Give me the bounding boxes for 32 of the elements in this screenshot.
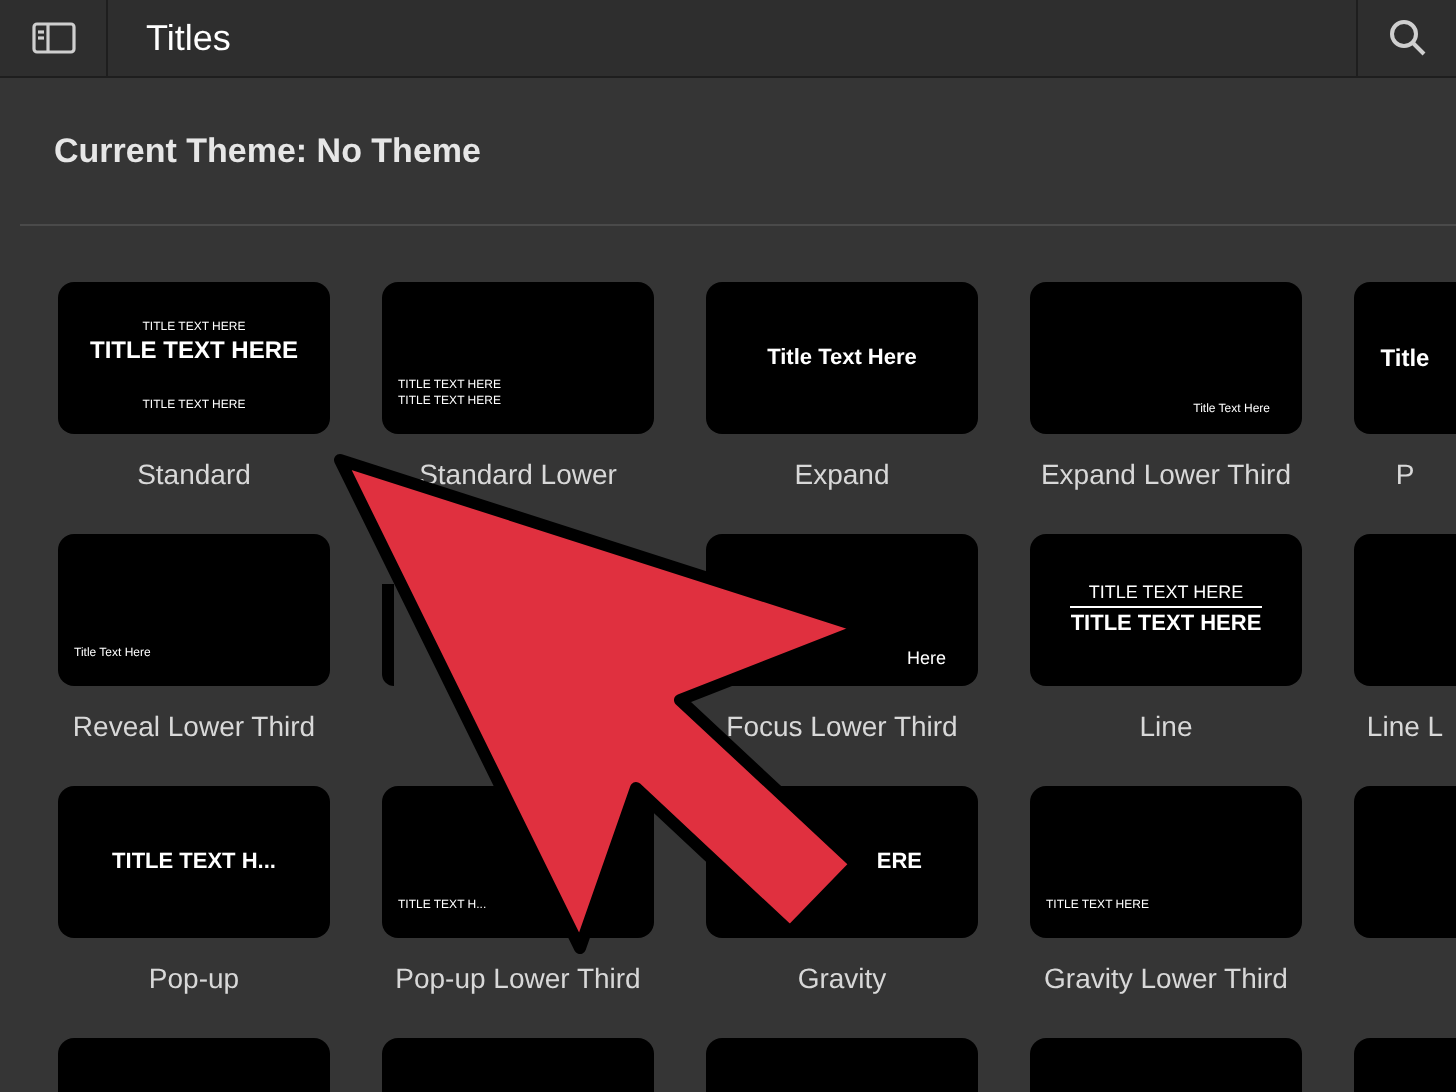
title-preview[interactable] (1354, 786, 1456, 938)
title-label: Gravity (797, 960, 887, 998)
title-label: Standard Lower (419, 456, 617, 494)
title-preview[interactable]: Title (1354, 282, 1456, 434)
preview-text: Here (906, 648, 946, 670)
preview-text: ERE (876, 848, 922, 876)
sidebar-icon (31, 22, 75, 54)
title-preview[interactable]: TITLE TEXT HERE TITLE TEXT HERE (1030, 534, 1302, 686)
title-preview[interactable]: Title Text Here (706, 282, 978, 434)
title-label: Expand Lower Third (1040, 456, 1292, 494)
preview-text: Title Text Here (767, 344, 917, 372)
search-icon (1387, 18, 1427, 58)
title-label: Focus Lower Third (726, 708, 958, 746)
title-preview[interactable] (1354, 534, 1456, 686)
title-label: Reveal Lower Third (72, 708, 316, 746)
preview-text: Title (1380, 343, 1430, 373)
title-label: Standard (137, 456, 251, 494)
preview-text: TITLE TEXT HERE (89, 335, 298, 365)
title-label: Gravity Lower Third (1044, 960, 1288, 998)
title-label: Pop-up Lower Third (395, 960, 641, 998)
title-label: P (1395, 456, 1415, 494)
header-title: Titles (146, 15, 231, 61)
title-label: Line L (1366, 708, 1444, 746)
title-preview[interactable]: TITLE TEXT H... (58, 786, 330, 938)
title-label: Line (1139, 708, 1193, 746)
preview-text: TITLE TEXT HERE (1088, 582, 1244, 604)
title-label: Pop-up (148, 960, 240, 998)
preview-text: TITLE TEXT HERE (1070, 610, 1262, 638)
title-preview[interactable] (382, 584, 394, 686)
preview-text: TITLE TEXT H... (112, 848, 276, 876)
theme-heading: Current Theme: No Theme (54, 129, 481, 174)
title-label: Expand (794, 456, 890, 494)
